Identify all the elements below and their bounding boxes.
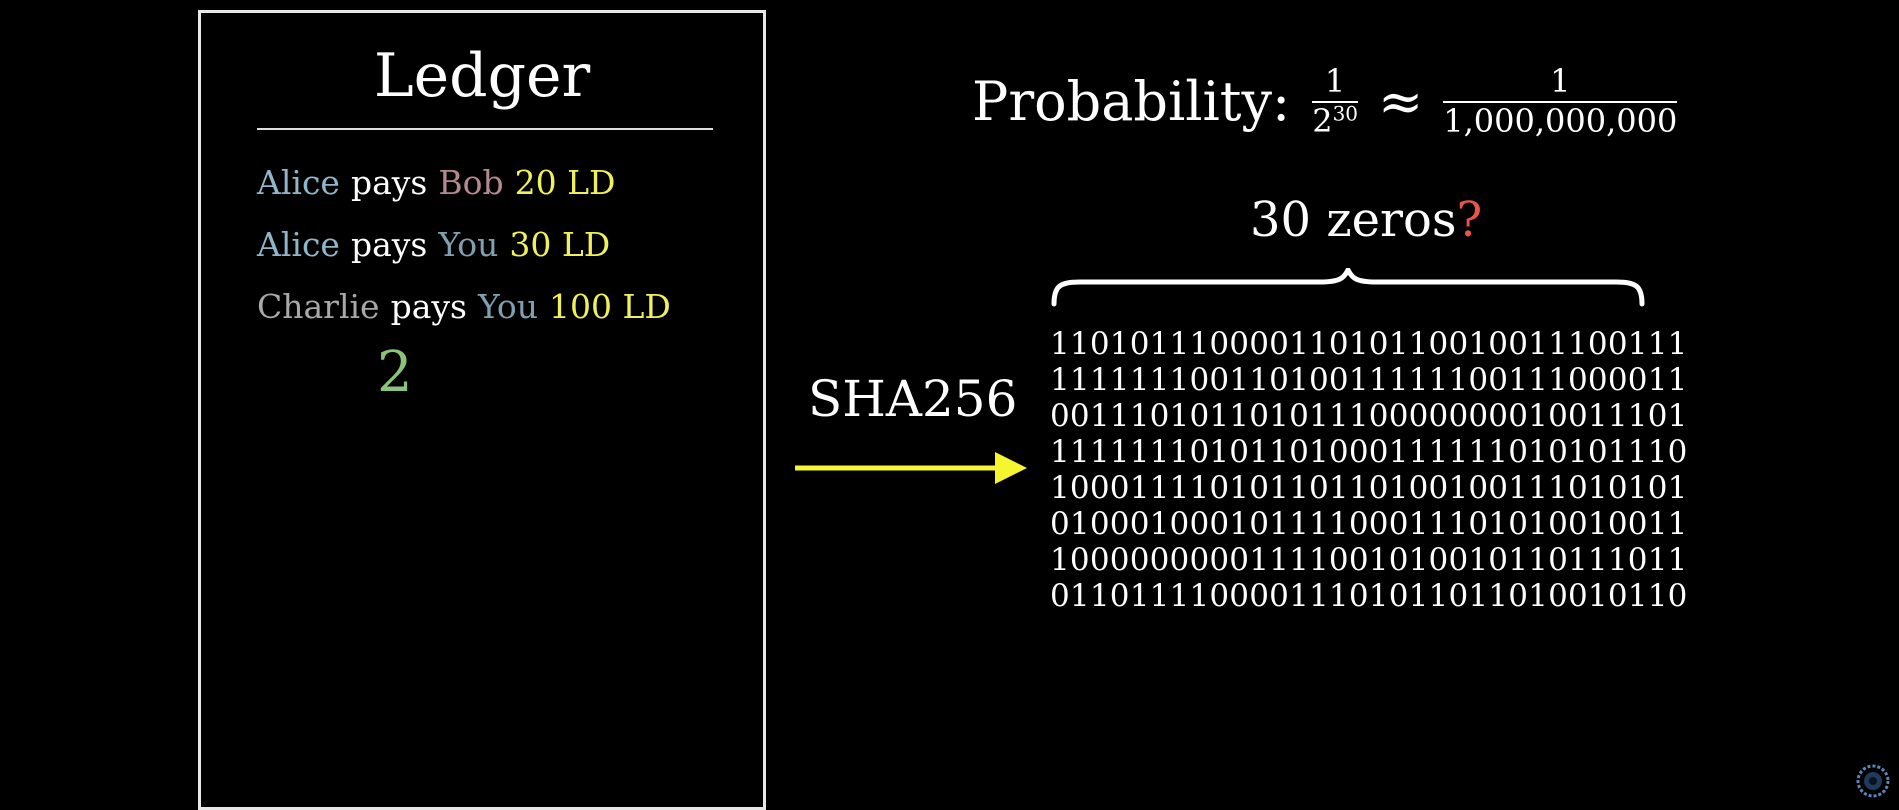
verb: pays [390,287,467,326]
hash-row: 10000000001111001010010110111011 [1050,542,1688,578]
payer: Alice [257,163,340,202]
fraction-denominator: 230 [1312,101,1358,140]
hash-output: 11010111000011010110010011100111 1111111… [1050,326,1688,614]
ledger-title: Ledger [373,41,591,111]
hash-row: 11010111000011010110010011100111 [1050,326,1688,362]
probability-fraction: 1 230 [1312,62,1359,140]
arrow-right-icon [795,452,1027,484]
hash-row: 00111010110101110000000010011101 [1050,398,1688,434]
fraction-numerator: 1 [1324,62,1346,100]
hash-row: 11111110011010011111100111000011 [1050,362,1688,398]
payee: Bob [438,163,504,202]
zeros-label: 30 zeros? [1250,192,1482,248]
hash-row: 10001111010110110100100111010101 [1050,470,1688,506]
denominator-base: 2 [1312,101,1333,140]
payer: Charlie [257,287,380,326]
hash-row: 01000100010111100011101010010011 [1050,506,1688,542]
amount: 100 LD [549,287,671,326]
approx-fraction: 1 1,000,000,000 [1443,62,1678,140]
probability-formula: Probability: 1 230 ≈ 1 1,000,000,000 [972,62,1678,140]
transaction-row: Alice pays You 30 LD [257,225,621,264]
question-mark: ? [1456,192,1483,248]
payee: You [438,225,499,264]
nonce-value: 2 [377,340,413,405]
hash-row: 01101111000011101011011010010110 [1050,578,1688,614]
amount: 30 LD [509,225,611,264]
approx-numerator: 1 [1550,62,1571,100]
payee: You [477,287,539,326]
verb: pays [350,225,428,264]
sha256-label: SHA256 [808,370,1018,428]
channel-logo-icon [1856,764,1890,798]
transaction-row: Alice pays Bob 20 LD [257,163,626,202]
payer: Alice [257,225,340,264]
transaction-row: Charlie pays You 100 LD [257,287,682,326]
approx-denominator: 1,000,000,000 [1443,101,1678,140]
amount: 20 LD [514,163,616,202]
hash-row: 11111110101101000111111010101110 [1050,434,1688,470]
zeros-text: 30 zeros [1250,192,1457,248]
curly-brace-icon [1051,268,1645,307]
ledger-panel: Ledger Alice pays Bob 20 LD Alice pays You 30 … [198,10,766,810]
probability-label: Probability: [972,70,1291,134]
ledger-divider [257,128,713,130]
verb: pays [350,163,428,202]
denominator-exponent: 30 [1332,100,1359,125]
approx-symbol: ≈ [1378,70,1424,134]
